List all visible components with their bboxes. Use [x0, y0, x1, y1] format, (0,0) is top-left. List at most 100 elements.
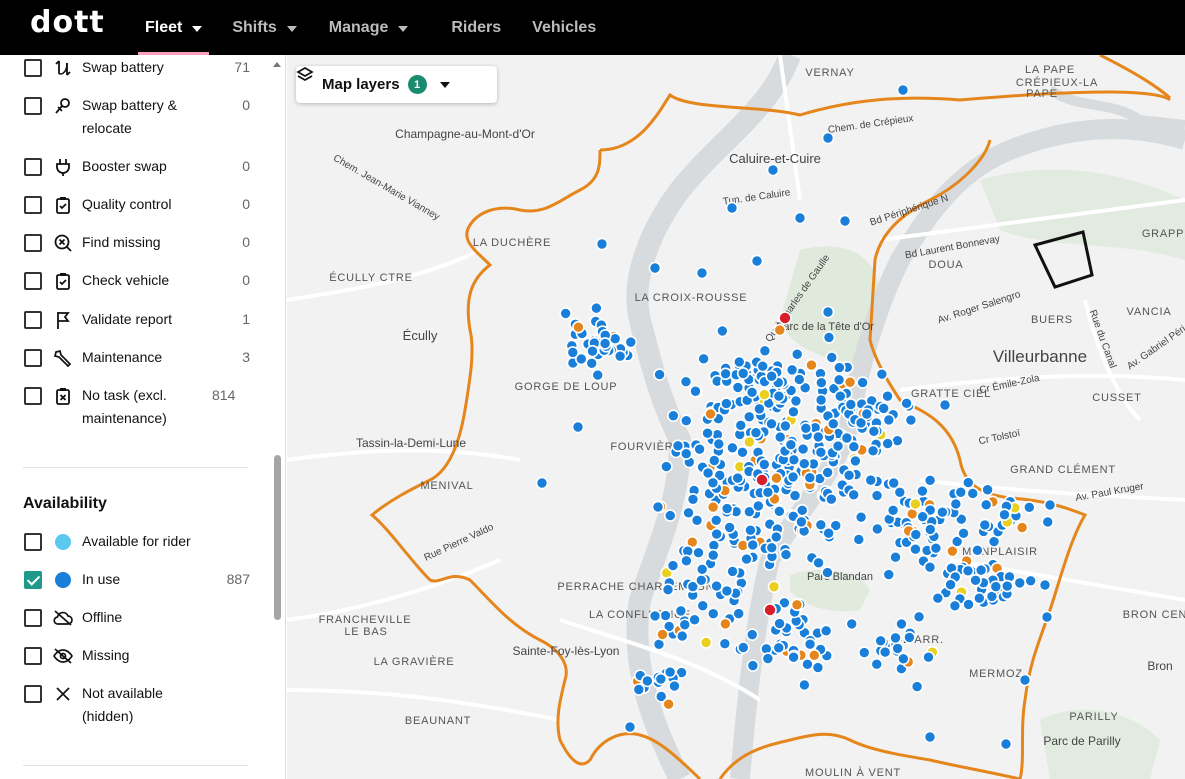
vehicle-marker[interactable] — [773, 323, 787, 337]
vehicle-marker[interactable] — [598, 337, 612, 350]
checkbox[interactable] — [24, 196, 42, 214]
vehicle-marker[interactable] — [654, 672, 668, 686]
vehicle-marker[interactable] — [786, 470, 800, 484]
vehicle-marker[interactable] — [736, 367, 750, 380]
checkbox-checked[interactable] — [24, 571, 42, 589]
vehicle-marker[interactable] — [847, 440, 861, 453]
availability-filter-not-available[interactable]: Not available (hidden) — [24, 684, 250, 728]
vehicle-marker[interactable] — [750, 254, 764, 268]
vehicle-marker[interactable] — [772, 641, 786, 655]
vehicle-marker[interactable] — [923, 730, 937, 744]
vehicle-marker[interactable] — [731, 471, 745, 485]
vehicle-marker[interactable] — [962, 598, 975, 611]
vehicle-marker[interactable] — [651, 500, 665, 514]
checkbox[interactable] — [24, 647, 42, 665]
vehicle-marker[interactable] — [706, 607, 720, 620]
vehicle-marker[interactable] — [706, 548, 720, 562]
vehicle-marker[interactable] — [938, 398, 952, 412]
vehicle-marker[interactable] — [707, 454, 721, 467]
vehicle-marker[interactable] — [969, 573, 982, 587]
vehicle-marker[interactable] — [590, 301, 603, 315]
vehicle-marker[interactable] — [916, 510, 929, 523]
vehicle-marker[interactable] — [812, 556, 825, 570]
vehicle-marker[interactable] — [1018, 673, 1032, 687]
vehicle-marker[interactable] — [674, 604, 688, 618]
vehicle-marker[interactable] — [787, 650, 800, 664]
vehicle-marker[interactable] — [931, 591, 945, 605]
vehicle-marker[interactable] — [572, 320, 585, 334]
task-filter-swap-battery-relocate[interactable]: Swap battery & relocate 0 — [24, 96, 250, 140]
scroll-up-arrow[interactable] — [273, 62, 281, 67]
vehicle-marker[interactable] — [695, 573, 708, 587]
vehicle-marker[interactable] — [668, 679, 681, 693]
availability-filter-offline[interactable]: Offline — [24, 608, 250, 629]
vehicle-marker[interactable] — [793, 211, 807, 225]
vehicle-marker[interactable] — [889, 631, 902, 645]
vehicle-marker[interactable] — [923, 560, 937, 574]
vehicle-marker[interactable] — [811, 661, 825, 674]
vehicle-marker[interactable] — [716, 324, 729, 338]
vehicle-marker[interactable] — [821, 131, 835, 145]
vehicle-marker[interactable] — [860, 407, 874, 421]
checkbox[interactable] — [24, 97, 42, 115]
vehicle-marker[interactable] — [662, 697, 675, 711]
vehicle-marker[interactable] — [1038, 578, 1052, 592]
checkbox[interactable] — [24, 349, 42, 367]
vehicle-marker[interactable] — [761, 652, 775, 665]
vehicle-marker[interactable] — [736, 446, 749, 459]
alert-marker[interactable] — [778, 311, 792, 325]
vehicle-marker[interactable] — [718, 637, 732, 650]
vehicle-marker[interactable] — [744, 523, 757, 537]
vehicle-marker[interactable] — [864, 473, 878, 487]
vehicle-marker[interactable] — [693, 442, 706, 456]
vehicle-marker[interactable] — [811, 430, 825, 444]
vehicle-marker[interactable] — [832, 373, 846, 387]
vehicle-marker[interactable] — [948, 599, 962, 613]
task-filter-check-vehicle[interactable]: Check vehicle 0 — [24, 271, 250, 292]
vehicle-marker[interactable] — [761, 486, 775, 499]
vehicle-marker[interactable] — [769, 530, 783, 544]
vehicle-marker[interactable] — [704, 407, 717, 421]
vehicle-marker[interactable] — [909, 497, 922, 511]
vehicle-marker[interactable] — [772, 389, 786, 403]
vehicle-marker[interactable] — [624, 335, 638, 349]
vehicle-marker[interactable] — [773, 430, 787, 444]
vehicle-marker[interactable] — [881, 389, 894, 403]
vehicle-marker[interactable] — [793, 373, 806, 386]
vehicle-marker[interactable] — [924, 523, 937, 536]
vehicle-marker[interactable] — [710, 527, 723, 541]
nav-manage[interactable]: Manage — [312, 0, 424, 55]
vehicle-marker[interactable] — [709, 513, 723, 527]
nav-fleet[interactable]: Fleet — [130, 0, 217, 55]
vehicle-marker[interactable] — [882, 568, 896, 581]
vehicle-marker[interactable] — [679, 447, 693, 461]
vehicle-marker[interactable] — [949, 497, 963, 511]
vehicle-marker[interactable] — [874, 634, 887, 648]
vehicle-marker[interactable] — [889, 550, 902, 564]
vehicle-marker[interactable] — [696, 599, 710, 613]
vehicle-marker[interactable] — [732, 355, 746, 369]
checkbox[interactable] — [24, 311, 42, 329]
checkbox[interactable] — [24, 234, 42, 252]
vehicle-marker[interactable] — [773, 617, 786, 630]
vehicle-marker[interactable] — [675, 629, 689, 643]
vehicle-marker[interactable] — [732, 607, 745, 620]
vehicle-marker[interactable] — [667, 409, 680, 423]
vehicle-marker[interactable] — [849, 454, 862, 468]
vehicle-marker[interactable] — [752, 499, 765, 513]
vehicle-marker[interactable] — [974, 563, 988, 577]
vehicle-marker[interactable] — [814, 446, 828, 459]
vehicle-marker[interactable] — [767, 580, 781, 594]
vehicle-marker[interactable] — [904, 413, 918, 427]
vehicle-marker[interactable] — [909, 528, 923, 541]
vehicle-marker[interactable] — [815, 376, 828, 390]
vehicle-marker[interactable] — [893, 486, 907, 499]
vehicle-marker[interactable] — [867, 425, 881, 438]
task-filter-no-task[interactable]: No task (excl. maintenance) 814 — [24, 386, 250, 430]
vehicle-marker[interactable] — [679, 414, 693, 427]
vehicle-marker[interactable] — [981, 483, 994, 497]
vehicle-marker[interactable] — [701, 426, 714, 440]
nav-shifts[interactable]: Shifts — [217, 0, 311, 55]
task-filter-maintenance[interactable]: Maintenance 3 — [24, 348, 250, 369]
vehicle-marker[interactable] — [886, 504, 900, 517]
